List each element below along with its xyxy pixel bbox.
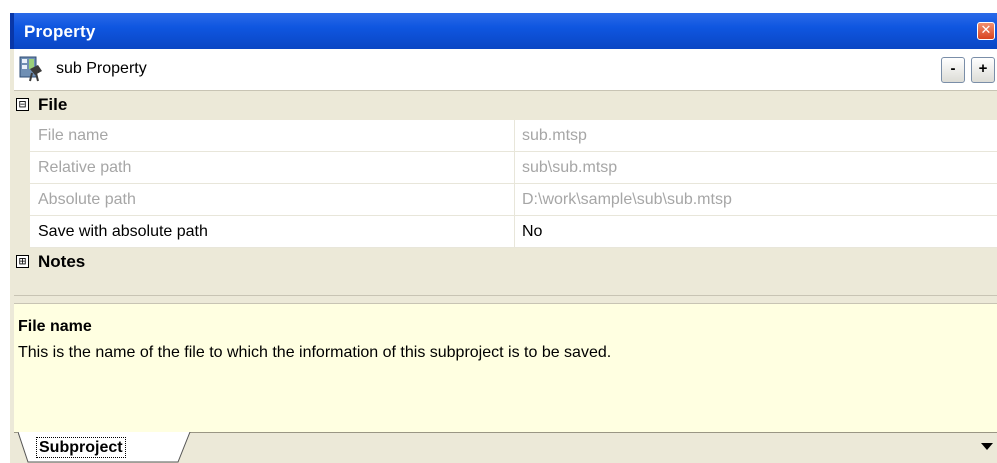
category-notes[interactable]: ⊞ Notes <box>14 248 997 277</box>
property-row-save-with-absolute-path[interactable]: Save with absolute path No <box>30 216 997 248</box>
property-header: sub Property - + <box>14 49 997 91</box>
chevron-down-icon[interactable] <box>981 443 993 450</box>
expand-icon[interactable]: ⊞ <box>16 255 29 268</box>
category-label: Notes <box>38 252 86 271</box>
title-bar[interactable]: Property ✕ <box>10 13 997 49</box>
collapse-all-button[interactable]: - <box>941 57 965 83</box>
property-value: D:\work\sample\sub\sub.mtsp <box>522 191 732 208</box>
property-row-relative-path[interactable]: Relative path sub\sub.mtsp <box>30 152 997 184</box>
property-value: sub.mtsp <box>522 127 587 144</box>
category-label: File <box>38 95 68 114</box>
property-name: Save with absolute path <box>30 216 515 247</box>
property-row-absolute-path[interactable]: Absolute path D:\work\sample\sub\sub.mts… <box>30 184 997 216</box>
collapse-icon[interactable]: ⊟ <box>16 98 29 111</box>
tab-subproject[interactable]: Subproject <box>18 432 194 463</box>
close-icon[interactable]: ✕ <box>977 22 995 40</box>
description-title: File name <box>18 318 92 335</box>
subproject-property-icon <box>18 55 44 83</box>
property-name: Absolute path <box>30 184 515 215</box>
category-file[interactable]: ⊟ File <box>14 91 997 120</box>
property-grid: ⊟ File File name sub.mtsp Relative path … <box>14 91 997 309</box>
description-pane: File name This is the name of the file t… <box>14 303 997 432</box>
property-value[interactable]: No <box>522 216 542 247</box>
expand-all-button[interactable]: + <box>971 57 995 83</box>
tab-label: Subproject <box>36 437 126 458</box>
header-title: sub Property <box>56 60 147 77</box>
property-name: File name <box>30 120 515 151</box>
panel-title: Property <box>24 22 96 41</box>
property-name: Relative path <box>30 152 515 183</box>
property-value: sub\sub.mtsp <box>522 159 618 176</box>
property-row-file-name[interactable]: File name sub.mtsp <box>30 120 997 152</box>
splitter[interactable] <box>14 295 997 303</box>
property-panel: Property ✕ sub Property - + ⊟ File File … <box>10 13 997 463</box>
description-text: This is the name of the file to which th… <box>18 344 612 361</box>
tab-strip: Subproject <box>14 432 997 463</box>
